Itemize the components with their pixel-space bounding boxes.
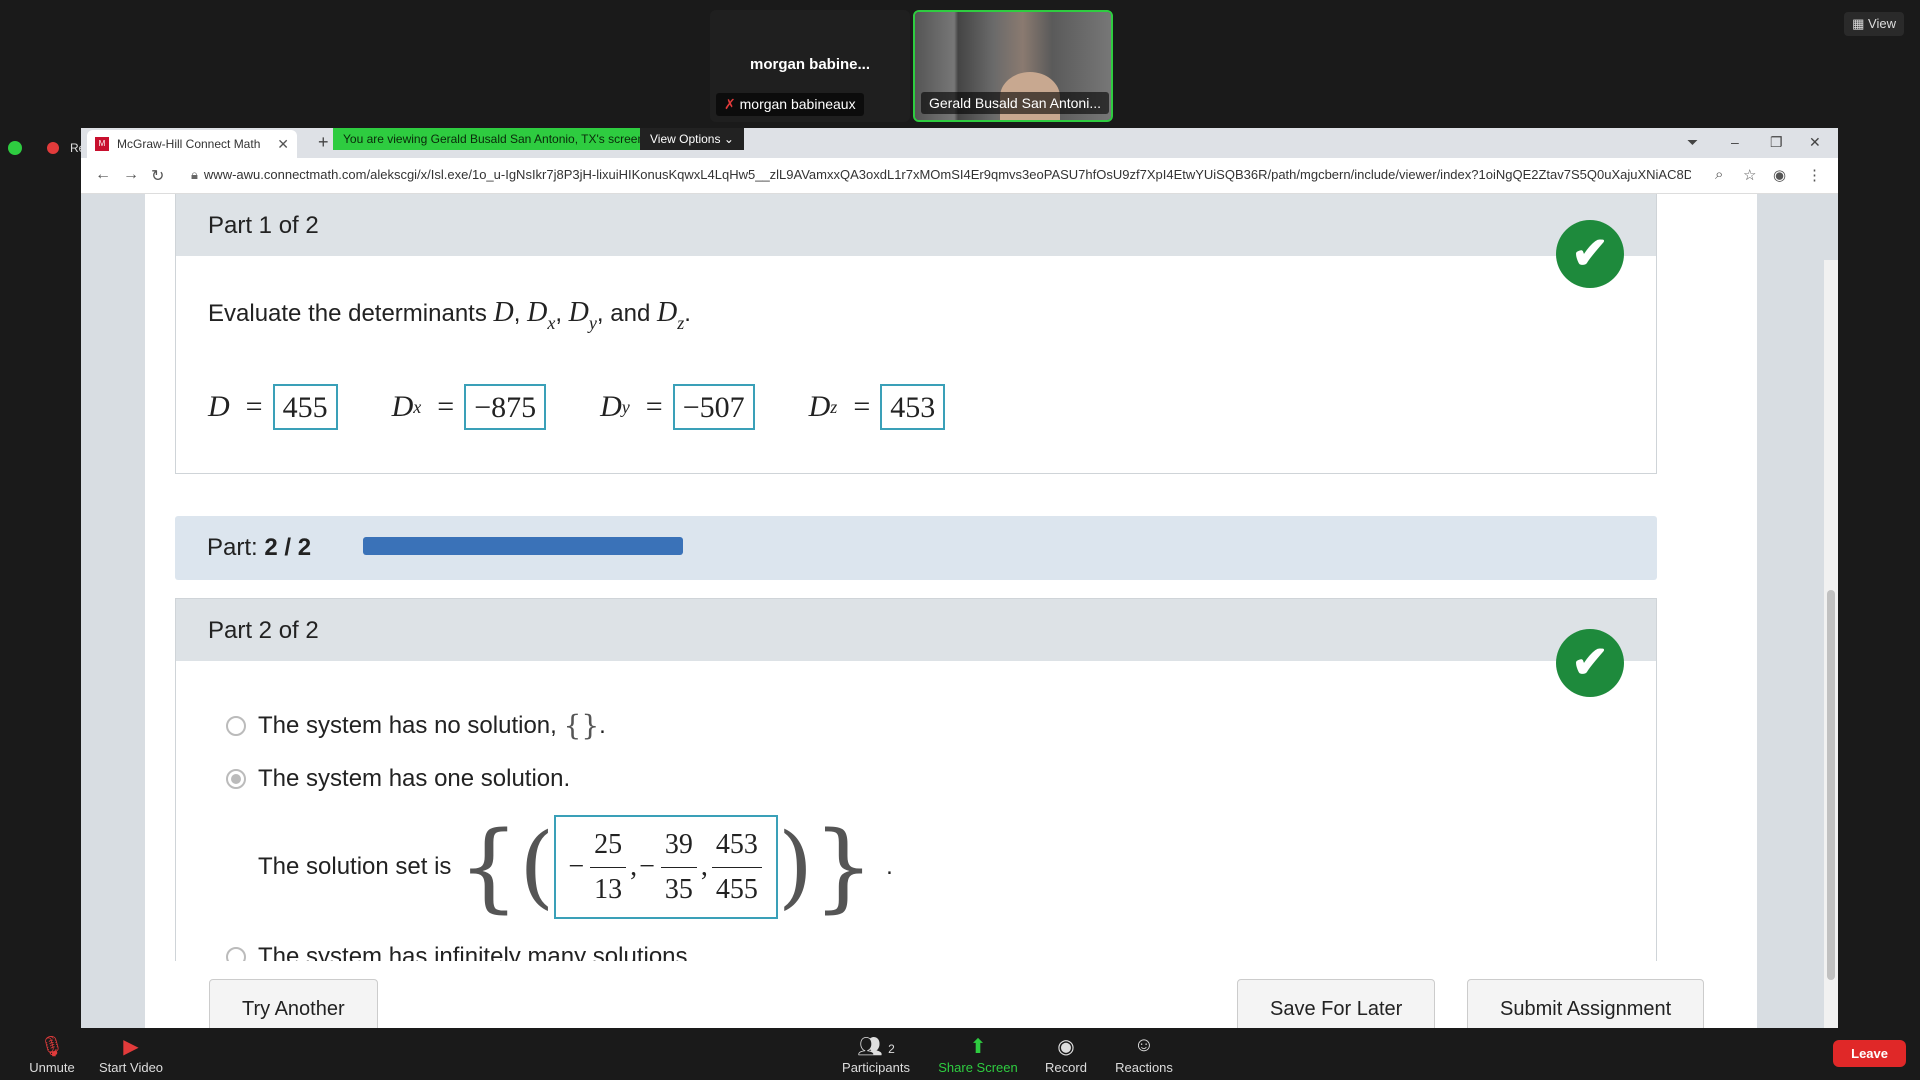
correct-check-icon: ✔ <box>1556 220 1624 288</box>
left-paren: ( <box>519 814 555 919</box>
option-one-solution[interactable]: The system has one solution. <box>226 765 570 793</box>
shield-icon <box>8 141 22 155</box>
tab-connect-math[interactable]: M McGraw-Hill Connect Math ✕ <box>87 130 297 158</box>
right-brace: } <box>813 811 875 923</box>
page-content: Part 1 of 2 ✔ Evaluate the determinants … <box>81 194 1838 1028</box>
restore-icon[interactable]: ❐ <box>1770 134 1783 151</box>
assignment-footer: Try Another Save For Later Submit Assign… <box>145 961 1757 1039</box>
share-screen-button[interactable]: ⬆︎ Share Screen <box>938 1034 1018 1075</box>
progress-value: 2 / 2 <box>264 534 312 561</box>
scrollbar[interactable] <box>1824 260 1838 1028</box>
mic-muted-icon: 🎙︎ <box>39 1036 65 1058</box>
video-off-icon: ▶︎ <box>123 1036 139 1058</box>
answer-box-Dy[interactable]: −507 <box>672 384 755 430</box>
share-screen-icon: ⬆︎ <box>969 1036 987 1058</box>
part1-card: Part 1 of 2 ✔ Evaluate the determinants … <box>175 194 1657 474</box>
close-window-icon[interactable]: ✕ <box>1809 134 1821 151</box>
profile-dropdown-icon[interactable]: ⏷ <box>1687 134 1698 151</box>
part1-question: Evaluate the determinants D, Dx, Dy, and… <box>208 297 691 333</box>
det-Dy: Dy = −507 <box>600 384 755 430</box>
answer-box-Dz[interactable]: 453 <box>880 384 946 430</box>
close-icon[interactable]: ✕ <box>277 136 289 153</box>
mcgraw-hill-icon: M <box>95 137 109 151</box>
chevron-down-icon: ⌄ <box>723 132 734 146</box>
scrollbar-thumb[interactable] <box>1827 590 1835 980</box>
participant-caption: Gerald Busald San Antoni... <box>921 92 1109 114</box>
solution-answer-box[interactable]: − 25 13, − 39 35, 453 455 <box>554 815 778 919</box>
zoom-video-strip: morgan babine... ✗ morgan babineaux Gera… <box>0 0 1920 128</box>
participant-tile-morgan[interactable]: morgan babine... ✗ morgan babineaux <box>710 10 910 122</box>
participants-icon: 👥︎ 2 <box>857 1036 895 1058</box>
zoom-toolbar: 🎙︎ Unmute ▶︎ Start Video 👥︎ 2 Participants … <box>0 1028 1920 1080</box>
forward-icon[interactable]: → <box>123 166 139 184</box>
option-no-solution[interactable]: The system has no solution, {}. <box>226 709 606 742</box>
part-progress: Part: 2 / 2 <box>175 516 1657 580</box>
left-brace: { <box>458 811 520 923</box>
reactions-button[interactable]: ☺ Reactions <box>1112 1034 1176 1075</box>
assignment-page: Part 1 of 2 ✔ Evaluate the determinants … <box>145 194 1757 1028</box>
tab-bar: M McGraw-Hill Connect Math ✕ + You are v… <box>81 128 1838 158</box>
radio-no-solution[interactable] <box>226 715 246 736</box>
solution-set-row: The solution set is { ( − 25 13, − 39 35, … <box>258 811 893 923</box>
address-bar: ← → ↻ 🔒︎ www-awu.connectmath.com/alekscgi… <box>81 158 1838 194</box>
correct-check-icon: ✔ <box>1556 629 1624 697</box>
back-icon[interactable]: ← <box>95 166 111 184</box>
det-Dz: Dz = 453 <box>809 384 946 430</box>
fraction-z: 453 455 <box>711 829 762 906</box>
new-tab-icon[interactable]: + <box>318 132 329 153</box>
share-banner: You are viewing Gerald Busald San Antoni… <box>333 128 655 150</box>
lock-icon: 🔒︎ <box>191 167 198 182</box>
record-button[interactable]: ◉ Record <box>1040 1034 1092 1075</box>
answer-box-Dx[interactable]: −875 <box>464 384 547 430</box>
leave-button[interactable]: Leave <box>1833 1040 1906 1067</box>
zoom-icon[interactable]: ⌕ <box>1715 166 1723 183</box>
star-icon[interactable]: ☆ <box>1743 166 1756 184</box>
url-field[interactable]: 🔒︎ www-awu.connectmath.com/alekscgi/x/Isl… <box>191 167 1691 183</box>
part1-heading: Part 1 of 2 <box>176 194 1656 256</box>
right-paren: ) <box>777 814 814 919</box>
grid-icon: ▦ <box>1852 16 1869 31</box>
start-video-button[interactable]: ▶︎ Start Video <box>96 1034 166 1075</box>
participant-caption: ✗ morgan babineaux <box>716 93 864 116</box>
participants-button[interactable]: 👥︎ 2 Participants <box>836 1034 916 1075</box>
view-options-button[interactable]: View Options ⌄ <box>640 128 744 150</box>
answer-box-D[interactable]: 455 <box>272 384 338 430</box>
reload-icon[interactable]: ↻ <box>151 166 164 186</box>
tab-title: McGraw-Hill Connect Math <box>117 137 261 151</box>
determinant-answers: D = 455 Dx = −875 Dy = −507 Dz = 453 <box>208 384 999 430</box>
minimize-icon[interactable]: – <box>1731 134 1739 150</box>
view-button[interactable]: ▦ View <box>1844 12 1904 36</box>
unmute-button[interactable]: 🎙︎ Unmute <box>22 1034 82 1075</box>
browser-window: M McGraw-Hill Connect Math ✕ + You are v… <box>81 128 1838 1039</box>
det-Dx: Dx = −875 <box>392 384 547 430</box>
menu-icon[interactable]: ⋮ <box>1807 166 1822 184</box>
part2-heading: Part 2 of 2 <box>176 599 1656 661</box>
reactions-icon: ☺ <box>1133 1034 1155 1056</box>
radio-one-solution[interactable] <box>226 769 246 789</box>
record-icon: ◉ <box>1057 1036 1075 1058</box>
record-dot-icon <box>47 142 59 154</box>
muted-mic-icon: ✗ <box>724 96 740 112</box>
fraction-x: 25 13 <box>590 829 627 906</box>
participant-name-large: morgan babine... <box>749 56 870 73</box>
progress-bar <box>363 537 683 555</box>
fraction-y: 39 35 <box>660 829 697 906</box>
account-icon[interactable]: ◉ <box>1773 166 1786 184</box>
participant-tile-gerald[interactable]: Gerald Busald San Antoni... <box>913 10 1113 122</box>
det-D: D = 455 <box>208 384 338 430</box>
